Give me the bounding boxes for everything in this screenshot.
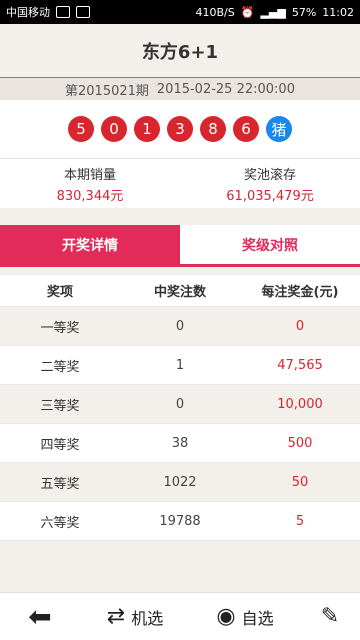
prize-amount: 50 xyxy=(291,474,309,490)
prize-amount: 47,565 xyxy=(277,357,323,373)
sales-label: 本期销量 xyxy=(63,167,116,183)
number-ball: 1 xyxy=(134,116,160,142)
self-select-button[interactable]: ◉ 自选 xyxy=(190,604,300,629)
table-row: 五等奖 1022 50 xyxy=(0,463,360,502)
random-pick-button[interactable]: ⇄ 机选 xyxy=(80,604,190,629)
shield-icon xyxy=(56,6,70,18)
number-ball: 8 xyxy=(200,116,226,142)
user-icon: ◉ xyxy=(216,604,236,629)
winner-count: 0 xyxy=(175,396,185,412)
pool-value: 61,035,479元 xyxy=(226,188,314,204)
table-row: 四等奖 38 500 xyxy=(0,424,360,463)
number-ball: 0 xyxy=(101,116,127,142)
prize-amount: 10,000 xyxy=(277,396,323,412)
table-row: 一等奖 0 0 xyxy=(0,307,360,346)
signal-icon: ▂▄▆ xyxy=(260,5,286,19)
prize-level: 四等奖 xyxy=(40,437,80,453)
prize-level: 五等奖 xyxy=(40,476,80,492)
battery-level: 57% xyxy=(291,5,317,19)
prize-level: 三等奖 xyxy=(40,398,80,414)
carrier-label: 中国移动 xyxy=(6,6,50,19)
network-speed: 410B/S xyxy=(195,5,235,19)
clock: 11:02 xyxy=(322,5,354,19)
alarm-icon: ⏰ xyxy=(240,5,255,19)
tab-details[interactable]: 开奖详情 xyxy=(0,225,180,264)
shuffle-icon: ⇄ xyxy=(106,604,126,629)
edit-icon: ✎ xyxy=(320,604,340,629)
table-row: 六等奖 19788 5 xyxy=(0,502,360,541)
header-amount: 每注奖金(元) xyxy=(261,285,339,300)
winner-count: 38 xyxy=(171,435,189,451)
self-select-label: 自选 xyxy=(241,608,274,628)
page-header: 东方6+1 xyxy=(0,24,360,78)
number-ball: 6 xyxy=(233,116,259,142)
winner-count: 1022 xyxy=(163,474,197,490)
winner-count: 0 xyxy=(175,318,185,334)
sales-stats: 本期销量 830,344元 奖池滚存 61,035,479元 xyxy=(0,158,360,208)
bottom-toolbar: ⬅ ⇄ 机选 ◉ 自选 ✎ xyxy=(0,592,360,640)
prize-amount: 500 xyxy=(287,435,313,451)
more-button[interactable]: ✎ xyxy=(300,604,360,629)
table-row: 三等奖 0 10,000 xyxy=(0,385,360,424)
arrow-left-icon: ⬅ xyxy=(28,600,52,633)
back-button[interactable]: ⬅ xyxy=(0,600,80,633)
table-header-row: 奖项 中奖注数 每注奖金(元) xyxy=(0,275,360,307)
tab-compare[interactable]: 奖级对照 xyxy=(180,225,360,264)
zodiac-ball: 猪 xyxy=(266,116,292,142)
winning-numbers: 5 0 1 3 8 6 猪 xyxy=(0,100,360,158)
table-row: 二等奖 1 47,565 xyxy=(0,346,360,385)
random-pick-label: 机选 xyxy=(131,608,164,628)
number-ball: 5 xyxy=(68,116,94,142)
tab-bar: 开奖详情 奖级对照 xyxy=(0,225,360,267)
image-icon xyxy=(76,6,90,18)
pool-stat: 奖池滚存 61,035,479元 xyxy=(180,159,360,208)
winner-count: 19788 xyxy=(159,513,201,529)
prize-table: 奖项 中奖注数 每注奖金(元) 一等奖 0 0 二等奖 1 47,565 三等奖… xyxy=(0,275,360,541)
draw-issue-info: 第2015021期 2015-02-25 22:00:00 xyxy=(0,78,360,100)
sales-value: 830,344元 xyxy=(56,188,124,204)
header-prize: 奖项 xyxy=(46,285,73,300)
section-divider xyxy=(0,267,360,275)
prize-level: 二等奖 xyxy=(40,359,80,375)
draw-period: 第2015021期 xyxy=(65,83,149,99)
number-ball: 3 xyxy=(167,116,193,142)
header-count: 中奖注数 xyxy=(153,285,206,300)
page-title: 东方6+1 xyxy=(141,41,219,63)
prize-level: 六等奖 xyxy=(40,515,80,531)
draw-datetime: 2015-02-25 22:00:00 xyxy=(156,81,295,97)
prize-amount: 0 xyxy=(295,318,305,334)
sales-stat: 本期销量 830,344元 xyxy=(0,159,180,208)
winner-count: 1 xyxy=(175,357,185,373)
section-divider xyxy=(0,208,360,225)
pool-label: 奖池滚存 xyxy=(243,167,296,183)
prize-amount: 5 xyxy=(295,513,305,529)
prize-level: 一等奖 xyxy=(40,320,80,336)
status-bar: 中国移动 410B/S ⏰ ▂▄▆ 57% 11:02 xyxy=(0,0,360,24)
